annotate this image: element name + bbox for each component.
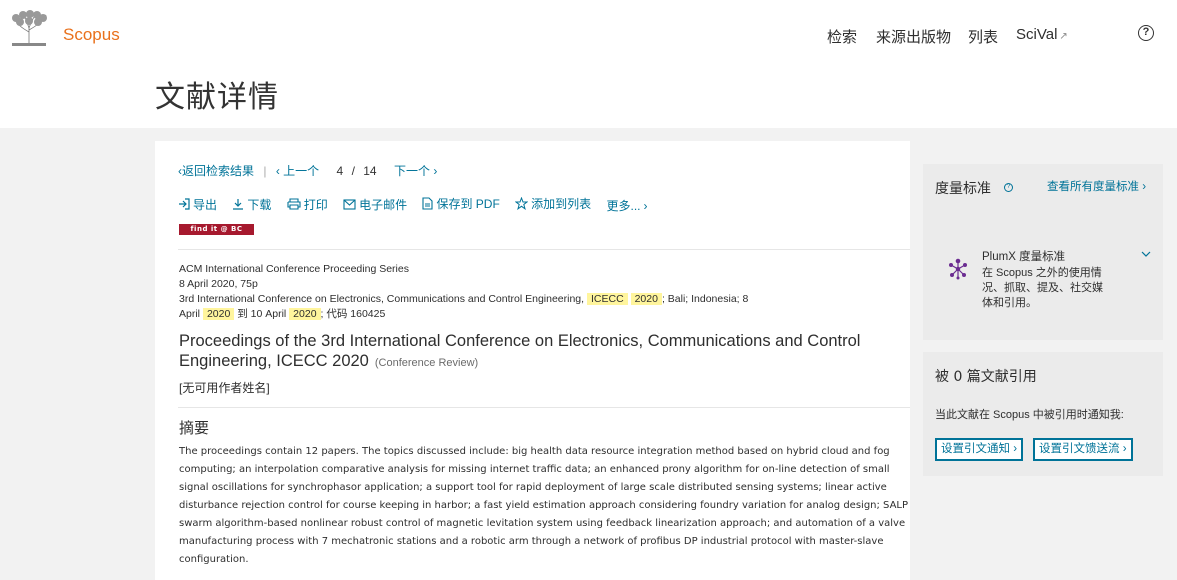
external-link-icon: ↗	[1059, 31, 1068, 42]
chevron-right-icon: ›	[1013, 443, 1018, 455]
scopus-logo-text[interactable]: Scopus	[63, 25, 120, 45]
divider: |	[263, 164, 267, 178]
highlight-year-end: 2020	[289, 308, 321, 320]
email-button[interactable]: 电子邮件	[343, 196, 407, 213]
download-label: 下载	[247, 197, 272, 212]
chevron-right-icon: ›	[1122, 443, 1127, 455]
save-pdf-label: 保存到 PDF	[436, 197, 500, 211]
find-it-bc-button[interactable]: find it @ BC	[179, 224, 254, 235]
plumx-title: PlumX 度量标准	[982, 251, 1066, 263]
conference-name: 3rd International Conference on Electron…	[179, 293, 585, 305]
print-label: 打印	[303, 197, 328, 212]
nav-scival[interactable]: SciVal ↗	[1016, 26, 1068, 43]
export-button[interactable]: 导出	[178, 196, 217, 213]
document-panel: ‹返回检索结果 | ‹ 上一个 4 / 14 下一个 › 导出 下载 打印 电子…	[155, 141, 910, 580]
current-index: 4	[336, 164, 344, 178]
previous-link[interactable]: ‹ 上一个	[276, 164, 319, 178]
document-type: (Conference Review)	[374, 357, 479, 369]
abstract-text: The proceedings contain 12 papers. The t…	[179, 446, 909, 565]
next-link[interactable]: 下一个 ›	[394, 164, 437, 178]
printer-icon	[287, 198, 301, 210]
document-title: Proceedings of the 3rd International Con…	[179, 331, 899, 373]
add-to-list-button[interactable]: 添加到列表	[515, 195, 591, 212]
pager-slash: /	[351, 164, 355, 178]
print-button[interactable]: 打印	[287, 196, 328, 213]
date-to: 到 10 April	[237, 308, 287, 320]
date-month: April	[179, 308, 201, 320]
nav-sources[interactable]: 来源出版物	[876, 26, 951, 47]
add-to-list-label: 添加到列表	[531, 197, 592, 211]
page-header: Scopus 检索 来源出版物 列表 SciVal ↗ ? 文献详情	[0, 0, 1177, 128]
cited-by-description: 当此文献在 Scopus 中被引用时通知我:	[935, 409, 1124, 421]
abstract-heading: 摘要	[179, 419, 210, 437]
set-citation-alert-button[interactable]: 设置引文通知 ›	[935, 438, 1024, 461]
more-button[interactable]: 更多... ›	[606, 197, 647, 214]
document-title-text: Proceedings of the 3rd International Con…	[179, 332, 861, 370]
plumx-icon	[949, 258, 967, 280]
divider	[178, 249, 910, 250]
set-citation-feed-button[interactable]: 设置引文馈送流 ›	[1033, 438, 1133, 461]
document-toolbar: 导出 下载 打印 电子邮件 保存到 PDF 添加到列表 更多... ›	[178, 195, 660, 214]
elsevier-tree-logo-icon[interactable]	[8, 10, 50, 48]
email-icon	[343, 199, 356, 210]
back-to-results-link[interactable]: ‹返回检索结果	[178, 164, 254, 178]
source-metadata: ACM International Conference Proceeding …	[179, 262, 799, 322]
conference-code: ; 代码 160425	[320, 308, 386, 320]
nav-scival-label: SciVal	[1016, 26, 1058, 43]
conference-location: ; Bali; Indonesia; 8	[661, 293, 749, 305]
plumx-description: 在 Scopus 之外的使用情况、抓取、提及、社交媒体和引用。	[982, 267, 1103, 309]
date-pages: 8 April 2020, 75p	[179, 278, 258, 290]
view-all-metrics-link[interactable]: 查看所有度量标准 ›	[1047, 178, 1146, 194]
next-label: 下一个	[393, 164, 430, 178]
conference-line: 3rd International Conference on Electron…	[179, 292, 799, 307]
set-citation-feed-label: 设置引文馈送流	[1039, 443, 1120, 455]
export-label: 导出	[193, 197, 218, 212]
page-title: 文献详情	[155, 80, 279, 115]
cited-by-title: 被 0 篇文献引用	[935, 369, 1037, 385]
save-pdf-button[interactable]: 保存到 PDF	[422, 195, 500, 212]
star-icon	[515, 197, 529, 210]
download-icon	[233, 199, 244, 210]
more-label: 更多...	[606, 199, 641, 213]
chevron-right-icon: ›	[1142, 181, 1147, 193]
chevron-right-icon: ›	[643, 198, 648, 213]
conference-dates: April 2020 到 10 April 2020; 代码 160425	[179, 307, 799, 322]
pdf-file-icon	[422, 197, 433, 210]
email-label: 电子邮件	[359, 198, 408, 212]
nav-search[interactable]: 检索	[827, 26, 857, 47]
chevron-left-icon: ‹	[275, 164, 280, 178]
series-link[interactable]: ACM International Conference Proceeding …	[179, 263, 409, 275]
total-count: 14	[363, 164, 377, 178]
chevron-down-icon[interactable]	[1141, 250, 1151, 258]
cited-by-panel: 被 0 篇文献引用 当此文献在 Scopus 中被引用时通知我: 设置引文通知 …	[923, 352, 1163, 476]
authors: [无可用作者姓名]	[179, 381, 270, 395]
help-icon[interactable]: ?	[1138, 25, 1154, 41]
highlight-conference-abbr: ICECC	[586, 293, 628, 305]
nav-lists[interactable]: 列表	[968, 26, 998, 47]
back-to-results-label: 返回检索结果	[182, 164, 255, 178]
metrics-title: 度量标准	[935, 181, 991, 197]
download-button[interactable]: 下载	[232, 196, 271, 213]
info-icon[interactable]: ?	[1004, 183, 1013, 192]
highlight-year-start: 2020	[202, 308, 235, 320]
chevron-right-icon: ›	[433, 164, 438, 178]
result-pager: ‹返回检索结果 | ‹ 上一个 4 / 14 下一个 ›	[178, 162, 437, 179]
set-citation-alert-label: 设置引文通知	[941, 443, 1010, 455]
highlight-conference-year: 2020	[630, 293, 662, 305]
metrics-panel: 度量标准 ? 查看所有度量标准 › PlumX 度量标准 在 Scopus 之外…	[923, 164, 1163, 340]
export-icon	[179, 198, 190, 210]
previous-label: 上一个	[283, 164, 320, 178]
view-all-metrics-label: 查看所有度量标准	[1047, 181, 1139, 193]
divider	[178, 407, 910, 408]
